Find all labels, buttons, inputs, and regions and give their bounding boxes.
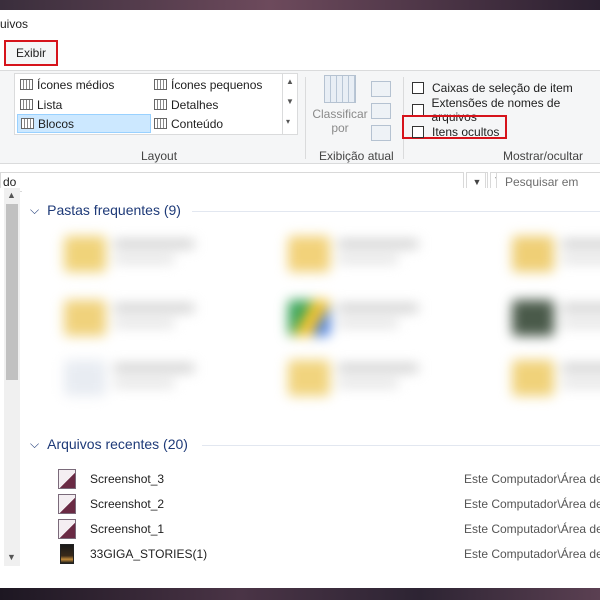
medium-icons-icon [20, 79, 33, 90]
sort-icon [324, 75, 356, 103]
file-location: Este Computador\Área de [464, 522, 600, 536]
gallery-expand-icon[interactable]: ▾ [286, 117, 290, 126]
frequent-folders-header[interactable]: ⌵ Pastas frequentes (9) [30, 202, 181, 218]
file-name: 33GIGA_STORIES(1) [90, 547, 208, 561]
recent-files-header[interactable]: ⌵ Arquivos recentes (20) [30, 436, 188, 452]
show-hide-group-label: Mostrar/ocultar [503, 149, 584, 163]
recent-file-row[interactable]: Screenshot_2 Este Computador\Área de [58, 493, 600, 515]
sort-label-line1: Classificar [312, 107, 368, 121]
file-location: Este Computador\Área de [464, 472, 600, 486]
layout-item-label: Blocos [38, 116, 75, 131]
nav-scrollbar[interactable]: ▲ ▼ [4, 188, 20, 566]
item-checkboxes-option[interactable]: Caixas de seleção de item [412, 79, 573, 97]
section-title: Arquivos recentes (20) [47, 436, 188, 452]
sort-label-line2: por [331, 121, 349, 135]
scroll-up-icon[interactable]: ▲ [286, 77, 294, 86]
window-title: uivos [0, 17, 29, 31]
option-label: Itens ocultos [432, 125, 500, 139]
size-columns-icon[interactable] [371, 125, 391, 141]
layout-item-label: Detalhes [171, 97, 219, 112]
layout-details[interactable]: Detalhes [151, 95, 281, 114]
title-bar: uivos [0, 10, 600, 38]
scroll-down-icon[interactable]: ▼ [286, 97, 294, 106]
tiles-icon [21, 118, 34, 129]
image-thumbnail-icon [58, 494, 76, 514]
image-thumbnail-icon [58, 519, 76, 539]
scrollbar-thumb[interactable] [6, 204, 18, 380]
folder-tile[interactable] [56, 352, 206, 404]
quick-access-content: ⌵ Pastas frequentes (9) ⌵ Arquivos recen… [22, 188, 600, 578]
desktop-background-top [0, 0, 600, 10]
content-icon [154, 118, 167, 129]
file-location: Este Computador\Área de [464, 547, 600, 561]
chevron-down-icon: ⌵ [30, 202, 40, 217]
folder-tile[interactable] [56, 292, 206, 344]
folder-tile[interactable] [280, 228, 430, 280]
list-icon [20, 99, 33, 110]
item-checkboxes-checkbox[interactable] [412, 82, 424, 94]
image-thumbnail-icon [58, 469, 76, 489]
recent-file-row[interactable]: 33GIGA_STORIES(1) Este Computador\Área d… [58, 543, 600, 565]
layout-tiles[interactable]: Blocos [17, 114, 151, 133]
hidden-items-checkbox[interactable] [412, 126, 424, 138]
layout-content[interactable]: Conteúdo [151, 114, 281, 133]
folder-tile[interactable] [504, 352, 600, 404]
file-location: Este Computador\Área de [464, 497, 600, 511]
scroll-up-icon[interactable]: ▲ [7, 190, 16, 200]
folder-tile[interactable] [280, 352, 430, 404]
desktop-background-bottom [0, 588, 600, 600]
current-view-group-label: Exibição atual [319, 149, 394, 163]
section-divider [192, 211, 600, 212]
folder-tile[interactable] [504, 292, 600, 344]
recent-file-row[interactable]: Screenshot_3 Este Computador\Área de [58, 468, 600, 490]
layout-item-label: Lista [37, 97, 63, 112]
layout-item-label: Ícones pequenos [171, 77, 263, 92]
ribbon: Ícones médios Ícones pequenos Lista Deta… [0, 70, 600, 164]
layout-gallery: Ícones médios Ícones pequenos Lista Deta… [14, 73, 298, 135]
section-divider [202, 445, 600, 446]
layout-item-label: Ícones médios [37, 77, 115, 92]
folder-tile[interactable] [280, 292, 430, 344]
folder-tile[interactable] [56, 228, 206, 280]
section-title: Pastas frequentes (9) [47, 202, 181, 218]
scroll-down-icon[interactable]: ▼ [7, 552, 16, 562]
details-icon [154, 99, 167, 110]
layout-item-label: Conteúdo [171, 116, 224, 131]
hidden-items-option[interactable]: Itens ocultos [412, 123, 499, 141]
file-name: Screenshot_3 [90, 472, 165, 486]
chevron-down-icon: ⌵ [30, 436, 40, 451]
layout-small-icons[interactable]: Ícones pequenos [151, 75, 281, 94]
option-label: Caixas de seleção de item [432, 81, 573, 95]
group-divider [305, 77, 306, 159]
layout-group-label: Layout [141, 149, 178, 163]
tab-exibir[interactable]: Exibir [4, 40, 58, 66]
layout-medium-icons[interactable]: Ícones médios [17, 75, 149, 94]
group-by-icon[interactable] [371, 81, 391, 97]
recent-file-row[interactable]: Screenshot_1 Este Computador\Área de [58, 518, 600, 540]
folder-tile[interactable] [504, 228, 600, 280]
file-name: Screenshot_2 [90, 497, 165, 511]
gallery-scroller[interactable]: ▲ ▼ ▾ [282, 74, 297, 134]
file-name: Screenshot_1 [90, 522, 165, 536]
sort-by-button[interactable]: Classificar por [312, 75, 368, 145]
layout-list[interactable]: Lista [17, 95, 149, 114]
small-icons-icon [154, 79, 167, 90]
add-columns-icon[interactable] [371, 103, 391, 119]
image-thumbnail-icon [60, 544, 74, 564]
ribbon-tabs: Exibir [0, 38, 600, 70]
